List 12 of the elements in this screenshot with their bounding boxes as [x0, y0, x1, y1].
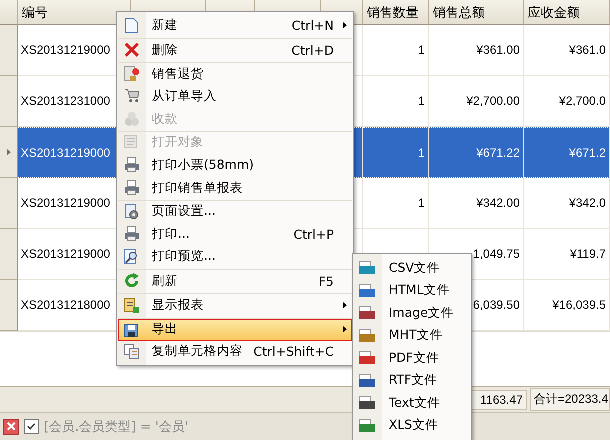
table-cell: ¥671.2 — [524, 127, 610, 178]
table-cell: ¥342.0 — [524, 178, 610, 229]
table-cell: ¥671.22 — [429, 127, 524, 178]
summary-cell: 合计=20233.4 — [530, 388, 610, 411]
table-cell: ¥361.00 — [429, 25, 524, 76]
table-cell: 1 — [363, 178, 429, 229]
table-cell: 1 — [363, 25, 429, 76]
table-cell: ¥119.7 — [524, 229, 610, 280]
table-cell: 1 — [363, 127, 429, 178]
table-cell: ¥342.00 — [429, 178, 524, 229]
table-cell: ¥16,039.5 — [524, 280, 610, 331]
table-cell: ¥361.0 — [524, 25, 610, 76]
